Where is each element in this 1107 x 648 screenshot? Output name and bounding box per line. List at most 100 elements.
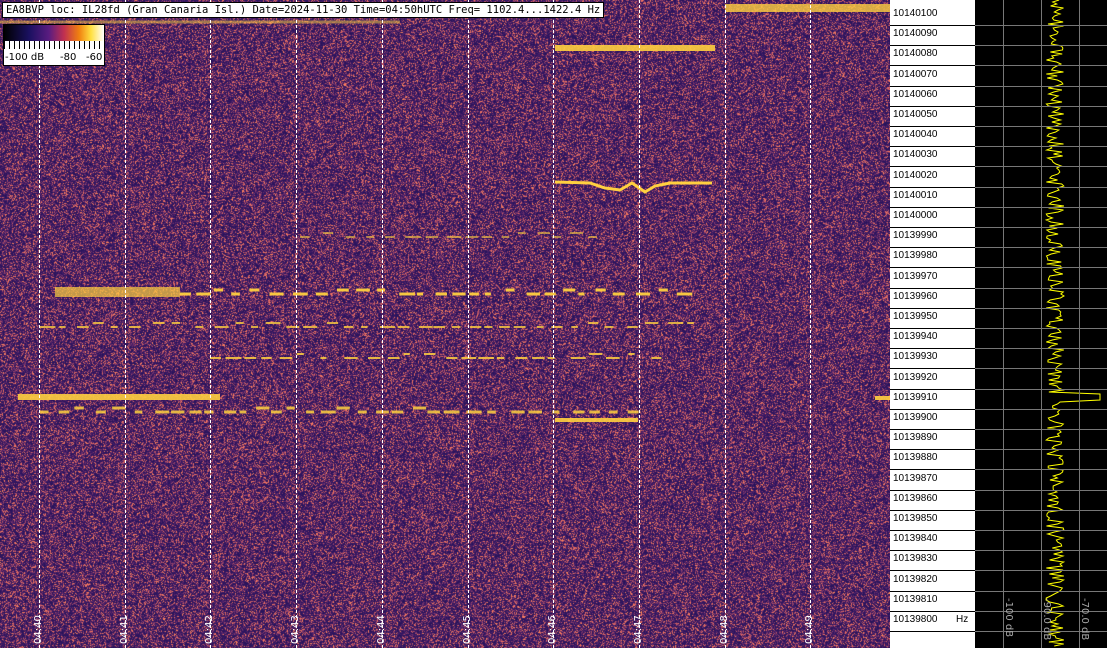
freq-tick: [890, 368, 975, 369]
time-tick-label: 04:49: [804, 615, 815, 644]
time-gridline: [639, 0, 640, 648]
time-tick-label: 04:44: [376, 615, 387, 644]
time-tick-label: 04:43: [290, 615, 301, 644]
freq-tick: [890, 591, 975, 592]
freq-tick: [890, 207, 975, 208]
time-gridline: [810, 0, 811, 648]
freq-tick-label: 10140100: [893, 8, 938, 19]
freq-tick: [890, 227, 975, 228]
freq-tick-label: 10139970: [893, 271, 938, 282]
frequency-axis: 10140100 10140090 10140080 10140070 10140060…: [890, 0, 975, 648]
time-tick-label: 04:47: [633, 615, 644, 644]
freq-tick: [890, 187, 975, 188]
time-gridline: [296, 0, 297, 648]
freq-tick-label: 10139960: [893, 291, 938, 302]
spectrum-gridline: [1079, 0, 1080, 648]
waterfall-spectrogram: 04:40 04:41 04:42 04:43 04:44 04:45 04:46 04:47…: [0, 0, 890, 648]
signal-trace-sweep: [555, 182, 712, 192]
time-tick-label: 04:45: [462, 615, 473, 644]
freq-tick-label: 10139880: [893, 452, 938, 463]
freq-tick: [890, 288, 975, 289]
colorbar-label: -100 dB: [5, 52, 44, 63]
freq-tick: [890, 126, 975, 127]
colorbar-legend: -100 dB -80 -60: [3, 24, 105, 66]
freq-tick: [890, 247, 975, 248]
spectrum-gridline: [1003, 0, 1004, 648]
freq-tick-label: 10140000: [893, 210, 938, 221]
freq-tick: [890, 490, 975, 491]
freq-tick-label: 10140050: [893, 109, 938, 120]
freq-tick: [890, 348, 975, 349]
freq-tick-label: 10140080: [893, 48, 938, 59]
freq-tick-label: 10139830: [893, 553, 938, 564]
time-tick-label: 04:46: [547, 615, 558, 644]
freq-tick-label: 10139940: [893, 331, 938, 342]
spectrum-gridline: [1041, 0, 1042, 648]
header-title: EA8BVP loc: IL28fd (Gran Canaria Isl.) D…: [2, 2, 604, 18]
freq-tick: [890, 530, 975, 531]
time-tick-label: 04:48: [719, 615, 730, 644]
freq-tick: [890, 570, 975, 571]
freq-tick-label: 10139870: [893, 473, 938, 484]
freq-tick-label: 10139980: [893, 250, 938, 261]
time-gridline: [382, 0, 383, 648]
freq-tick-label: 10139950: [893, 311, 938, 322]
spectrum-db-label: -70.0 dB: [1079, 598, 1090, 640]
spectrum-panel: -100 dB -90.0 dB -70.0 dB: [975, 0, 1107, 648]
freq-tick: [890, 611, 975, 612]
spectrum-db-label: -100 dB: [1003, 598, 1014, 637]
freq-unit-label: Hz: [956, 614, 968, 625]
freq-tick: [890, 25, 975, 26]
freq-tick-label: 10140060: [893, 89, 938, 100]
freq-tick: [890, 550, 975, 551]
time-tick-label: 04:41: [119, 615, 130, 644]
freq-tick-label: 10139840: [893, 533, 938, 544]
freq-tick-label: 10139910: [893, 392, 938, 403]
freq-tick-label: 10140020: [893, 170, 938, 181]
freq-tick-label: 10139820: [893, 574, 938, 585]
freq-tick: [890, 308, 975, 309]
freq-tick: [890, 45, 975, 46]
freq-tick-label: 10139800: [893, 614, 938, 625]
time-gridline: [553, 0, 554, 648]
time-gridline: [468, 0, 469, 648]
freq-tick: [890, 328, 975, 329]
time-gridline: [39, 0, 40, 648]
freq-tick: [890, 166, 975, 167]
freq-tick-label: 10140090: [893, 28, 938, 39]
freq-tick: [890, 106, 975, 107]
colorbar-label: -80: [60, 52, 76, 63]
time-gridline: [210, 0, 211, 648]
freq-tick: [890, 65, 975, 66]
colorbar-ticks: [4, 41, 104, 49]
freq-tick-label: 10139900: [893, 412, 938, 423]
time-gridline: [125, 0, 126, 648]
freq-tick: [890, 510, 975, 511]
freq-tick-label: 10140070: [893, 69, 938, 80]
time-gridline: [725, 0, 726, 648]
freq-tick-label: 10140030: [893, 149, 938, 160]
freq-tick: [890, 409, 975, 410]
freq-tick-label: 10139860: [893, 493, 938, 504]
freq-tick-label: 10139930: [893, 351, 938, 362]
colorbar-label: -60: [86, 52, 102, 63]
spectrum-line: [1046, 0, 1100, 646]
freq-tick: [890, 389, 975, 390]
freq-tick-label: 10139990: [893, 230, 938, 241]
freq-tick-label: 10139890: [893, 432, 938, 443]
freq-tick: [890, 631, 975, 632]
freq-tick: [890, 86, 975, 87]
freq-tick-label: 10139920: [893, 372, 938, 383]
freq-tick-label: 10140010: [893, 190, 938, 201]
freq-tick-label: 10139850: [893, 513, 938, 524]
colorbar-gradient: [4, 25, 104, 41]
freq-tick: [890, 429, 975, 430]
freq-tick: [890, 449, 975, 450]
freq-tick: [890, 267, 975, 268]
time-tick-label: 04:40: [33, 615, 44, 644]
signal-traces: [0, 0, 890, 648]
freq-tick: [890, 469, 975, 470]
freq-tick: [890, 146, 975, 147]
spectrum-db-label: -90.0 dB: [1041, 598, 1052, 640]
freq-tick-label: 10139810: [893, 594, 938, 605]
